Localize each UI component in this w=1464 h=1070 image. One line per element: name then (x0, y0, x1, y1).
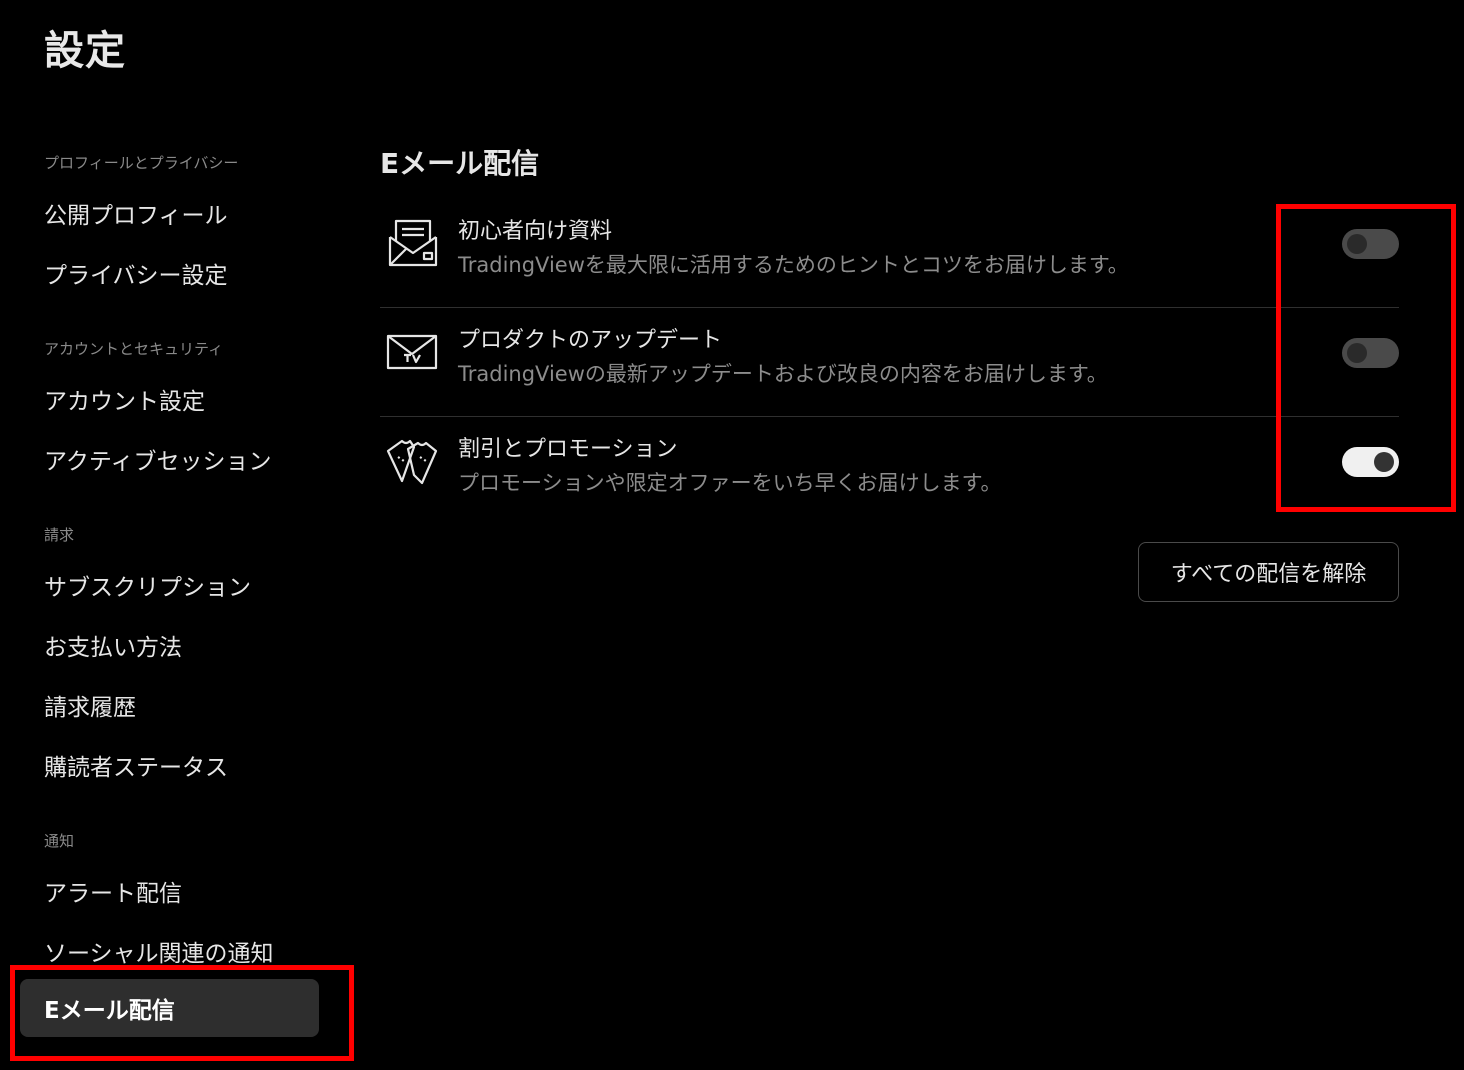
sidebar-item-social-notifications[interactable]: ソーシャル関連の通知 (44, 934, 274, 968)
sidebar-item-privacy-settings[interactable]: プライバシー設定 (44, 256, 228, 290)
settings-sidebar: プロフィールとプライバシー 公開プロフィール プライバシー設定 アカウントとセキ… (0, 0, 360, 1070)
subscription-title: 割引とプロモーション (458, 437, 678, 462)
toggle-discounts-promotions[interactable] (1342, 447, 1399, 477)
toggle-knob (1347, 343, 1367, 363)
sidebar-item-public-profile[interactable]: 公開プロフィール (44, 196, 228, 230)
subscription-description: プロモーションや限定オファーをいち早くお届けします。 (458, 471, 1002, 495)
sidebar-item-active-sessions[interactable]: アクティブセッション (44, 442, 271, 476)
sidebar-section-billing: 請求 (44, 526, 75, 544)
toggle-knob (1347, 234, 1367, 254)
sidebar-item-payment-methods[interactable]: お支払い方法 (44, 628, 182, 662)
subscription-row-discounts-promotions: 割引とプロモーション プロモーションや限定オファーをいち早くお届けします。 (380, 417, 1399, 525)
sidebar-item-alert-delivery[interactable]: アラート配信 (44, 874, 182, 908)
subscription-row-product-updates: プロダクトのアップデート TradingViewの最新アップデートおよび改良の内… (380, 308, 1399, 417)
sidebar-item-billing-history[interactable]: 請求履歴 (44, 688, 136, 722)
toggle-beginner-materials[interactable] (1342, 229, 1399, 259)
subscription-description: TradingViewの最新アップデートおよび改良の内容をお届けします。 (458, 362, 1108, 386)
settings-page: 設定 プロフィールとプライバシー 公開プロフィール プライバシー設定 アカウント… (0, 0, 1464, 1070)
sidebar-section-notifications: 通知 (44, 832, 75, 850)
sidebar-item-subscription[interactable]: サブスクリプション (44, 568, 251, 602)
subscription-title: 初心者向け資料 (458, 219, 613, 244)
subscription-title: プロダクトのアップデート (458, 328, 723, 353)
sidebar-section-account-security: アカウントとセキュリティ (44, 340, 224, 358)
newsletter-icon (384, 213, 440, 269)
sidebar-item-email-delivery[interactable]: Eメール配信 (20, 979, 319, 1037)
subscription-description: TradingViewを最大限に活用するためのヒントとコツをお届けします。 (458, 253, 1129, 277)
sidebar-item-account-settings[interactable]: アカウント設定 (44, 382, 205, 416)
toggle-knob (1374, 452, 1394, 472)
toggle-product-updates[interactable] (1342, 338, 1399, 368)
sidebar-section-profile-privacy: プロフィールとプライバシー (44, 154, 239, 172)
tv-envelope-icon (384, 322, 440, 378)
unsubscribe-all-button[interactable]: すべての配信を解除 (1138, 542, 1399, 602)
subscription-row-beginner-materials: 初心者向け資料 TradingViewを最大限に活用するためのヒントとコツをお届… (380, 199, 1399, 308)
tickets-icon (384, 431, 440, 487)
section-title: Eメール配信 (380, 147, 540, 180)
sidebar-item-subscriber-status[interactable]: 購読者ステータス (44, 748, 228, 782)
